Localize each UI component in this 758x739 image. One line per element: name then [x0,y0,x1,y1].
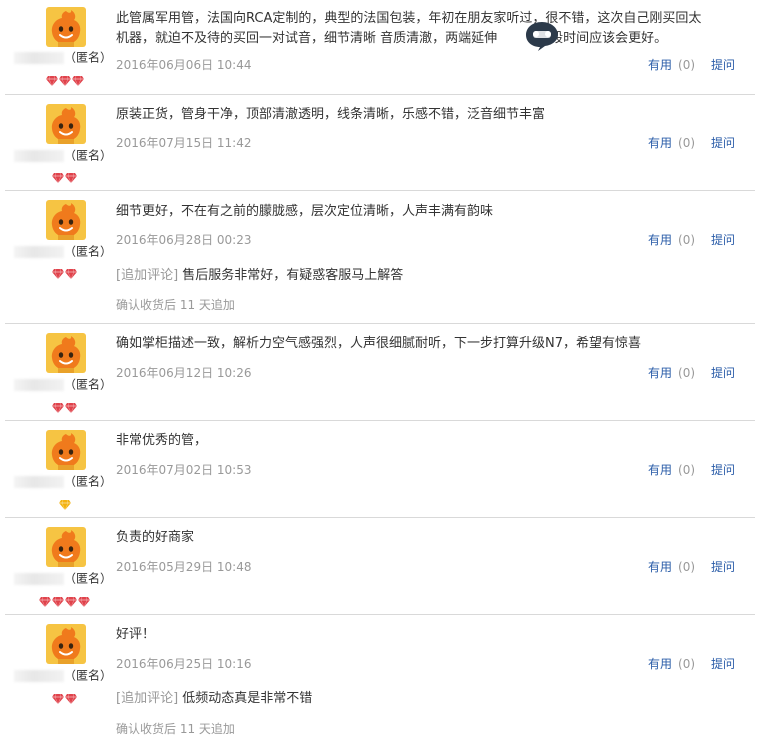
diamond-rank-icon [59,495,71,511]
review-date: 2016年06月06日 10:44 [116,58,252,72]
review-text: 原装正货，管身干净，顶部清澈透明，线条清晰，乐感不错，泛音细节丰富 [116,107,546,122]
useful-count: (0) [678,136,696,150]
ask-link[interactable]: 提问 [711,560,735,574]
diamond-rank-icon [52,592,64,608]
useful-button[interactable]: 有用 (0) [648,463,695,477]
useful-count: (0) [678,463,696,477]
user-rank-gems [52,264,77,280]
useful-button[interactable]: 有用 (0) [648,58,695,72]
append-text: 售后服务非常好，有疑惑客服马上解答 [182,268,404,283]
diamond-rank-icon [78,592,90,608]
review-date: 2016年06月12日 10:26 [116,366,252,380]
review-item: （匿名） 好评！ 2016年06月25日 10:16 有用 (0) 提问 [追加评… [0,614,758,739]
diamond-rank-icon [52,168,64,184]
append-timing: 确认收货后 11 天追加 [116,722,235,736]
user-rank-gems [52,398,77,414]
useful-button[interactable]: 有用 (0) [648,136,695,150]
ask-link[interactable]: 提问 [711,366,735,380]
appended-review: [追加评论] 低频动态真是非常不错 [116,690,312,708]
ask-link[interactable]: 提问 [711,233,735,247]
ask-link[interactable]: 提问 [711,657,735,671]
useful-button[interactable]: 有用 (0) [648,233,695,247]
diamond-rank-icon [39,592,51,608]
user-avatar-icon[interactable] [46,333,86,373]
username: （匿名） [14,244,114,259]
review-item: （匿名） 负责的好商家 2016年05月29日 10:48 有用 (0) 提问 [0,517,758,614]
review-item: （匿名） 细节更好，不在有之前的朦胧感，层次定位清晰，人声丰满有韵味 2016年… [0,190,758,323]
review-text: 负责的好商家 [116,530,195,545]
user-avatar-icon[interactable] [46,104,86,144]
diamond-rank-icon [65,264,77,280]
username: （匿名） [14,474,114,489]
ask-link[interactable]: 提问 [711,58,735,72]
diamond-rank-icon [65,689,77,705]
user-avatar-icon[interactable] [46,624,86,664]
review-text: 好评！ [116,627,156,642]
review-date: 2016年07月02日 10:53 [116,463,252,477]
diamond-rank-icon [59,71,71,87]
username: （匿名） [14,50,114,65]
username: （匿名） [14,148,114,163]
review-item: （匿名） 非常优秀的管， 2016年07月02日 10:53 有用 (0) 提问 [0,420,758,517]
user-avatar-icon[interactable] [46,7,86,47]
review-text: 此管属军用管，法国向RCA定制的，典型的法国包装，年初在朋友家听过，很不错，这次… [116,11,702,46]
review-item: （匿名） 原装正货，管身干净，顶部清澈透明，线条清晰，乐感不错，泛音细节丰富 2… [0,94,758,190]
ask-link[interactable]: 提问 [711,136,735,150]
append-text: 低频动态真是非常不错 [182,691,313,706]
username: （匿名） [14,571,114,586]
useful-button[interactable]: 有用 (0) [648,657,695,671]
useful-button[interactable]: 有用 (0) [648,366,695,380]
review-date: 2016年06月28日 00:23 [116,233,252,247]
review-date: 2016年06月25日 10:16 [116,657,252,671]
review-date: 2016年05月29日 10:48 [116,560,252,574]
diamond-rank-icon [65,168,77,184]
useful-count: (0) [678,657,696,671]
useful-count: (0) [678,58,696,72]
diamond-rank-icon [46,71,58,87]
diamond-rank-icon [52,398,64,414]
append-timing: 确认收货后 11 天追加 [116,298,235,312]
review-text: 确如掌柜描述一致，解析力空气感强烈，人声很细腻耐听，下一步打算升级N7，希望有惊… [116,336,641,351]
user-rank-gems [52,168,77,184]
diamond-rank-icon [52,689,64,705]
diamond-rank-icon [72,71,84,87]
useful-count: (0) [678,366,696,380]
user-rank-gems [39,592,90,608]
append-tag: [追加评论] [116,691,179,706]
ask-link[interactable]: 提问 [711,463,735,477]
diamond-rank-icon [52,264,64,280]
appended-review: [追加评论] 售后服务非常好，有疑惑客服马上解答 [116,267,403,285]
append-tag: [追加评论] [116,268,179,283]
review-text: 细节更好，不在有之前的朦胧感，层次定位清晰，人声丰满有韵味 [116,204,494,219]
username: （匿名） [14,377,114,392]
username: （匿名） [14,668,114,683]
useful-count: (0) [678,233,696,247]
user-rank-gems [52,689,77,705]
diamond-rank-icon [65,398,77,414]
user-avatar-icon[interactable] [46,200,86,240]
user-avatar-icon[interactable] [46,430,86,470]
useful-count: (0) [678,560,696,574]
user-avatar-icon[interactable] [46,527,86,567]
user-rank-gems [59,495,71,511]
review-item: （匿名） 确如掌柜描述一致，解析力空气感强烈，人声很细腻耐听，下一步打算升级N7… [0,323,758,420]
review-item: （匿名） 此管属军用管，法国向RCA定制的，典型的法国包装，年初在朋友家听过，很… [0,0,758,94]
useful-button[interactable]: 有用 (0) [648,560,695,574]
review-text: 非常优秀的管， [116,433,208,448]
diamond-rank-icon [65,592,77,608]
wechat-bubble-icon [524,20,560,52]
user-rank-gems [46,71,84,87]
review-date: 2016年07月15日 11:42 [116,136,252,150]
